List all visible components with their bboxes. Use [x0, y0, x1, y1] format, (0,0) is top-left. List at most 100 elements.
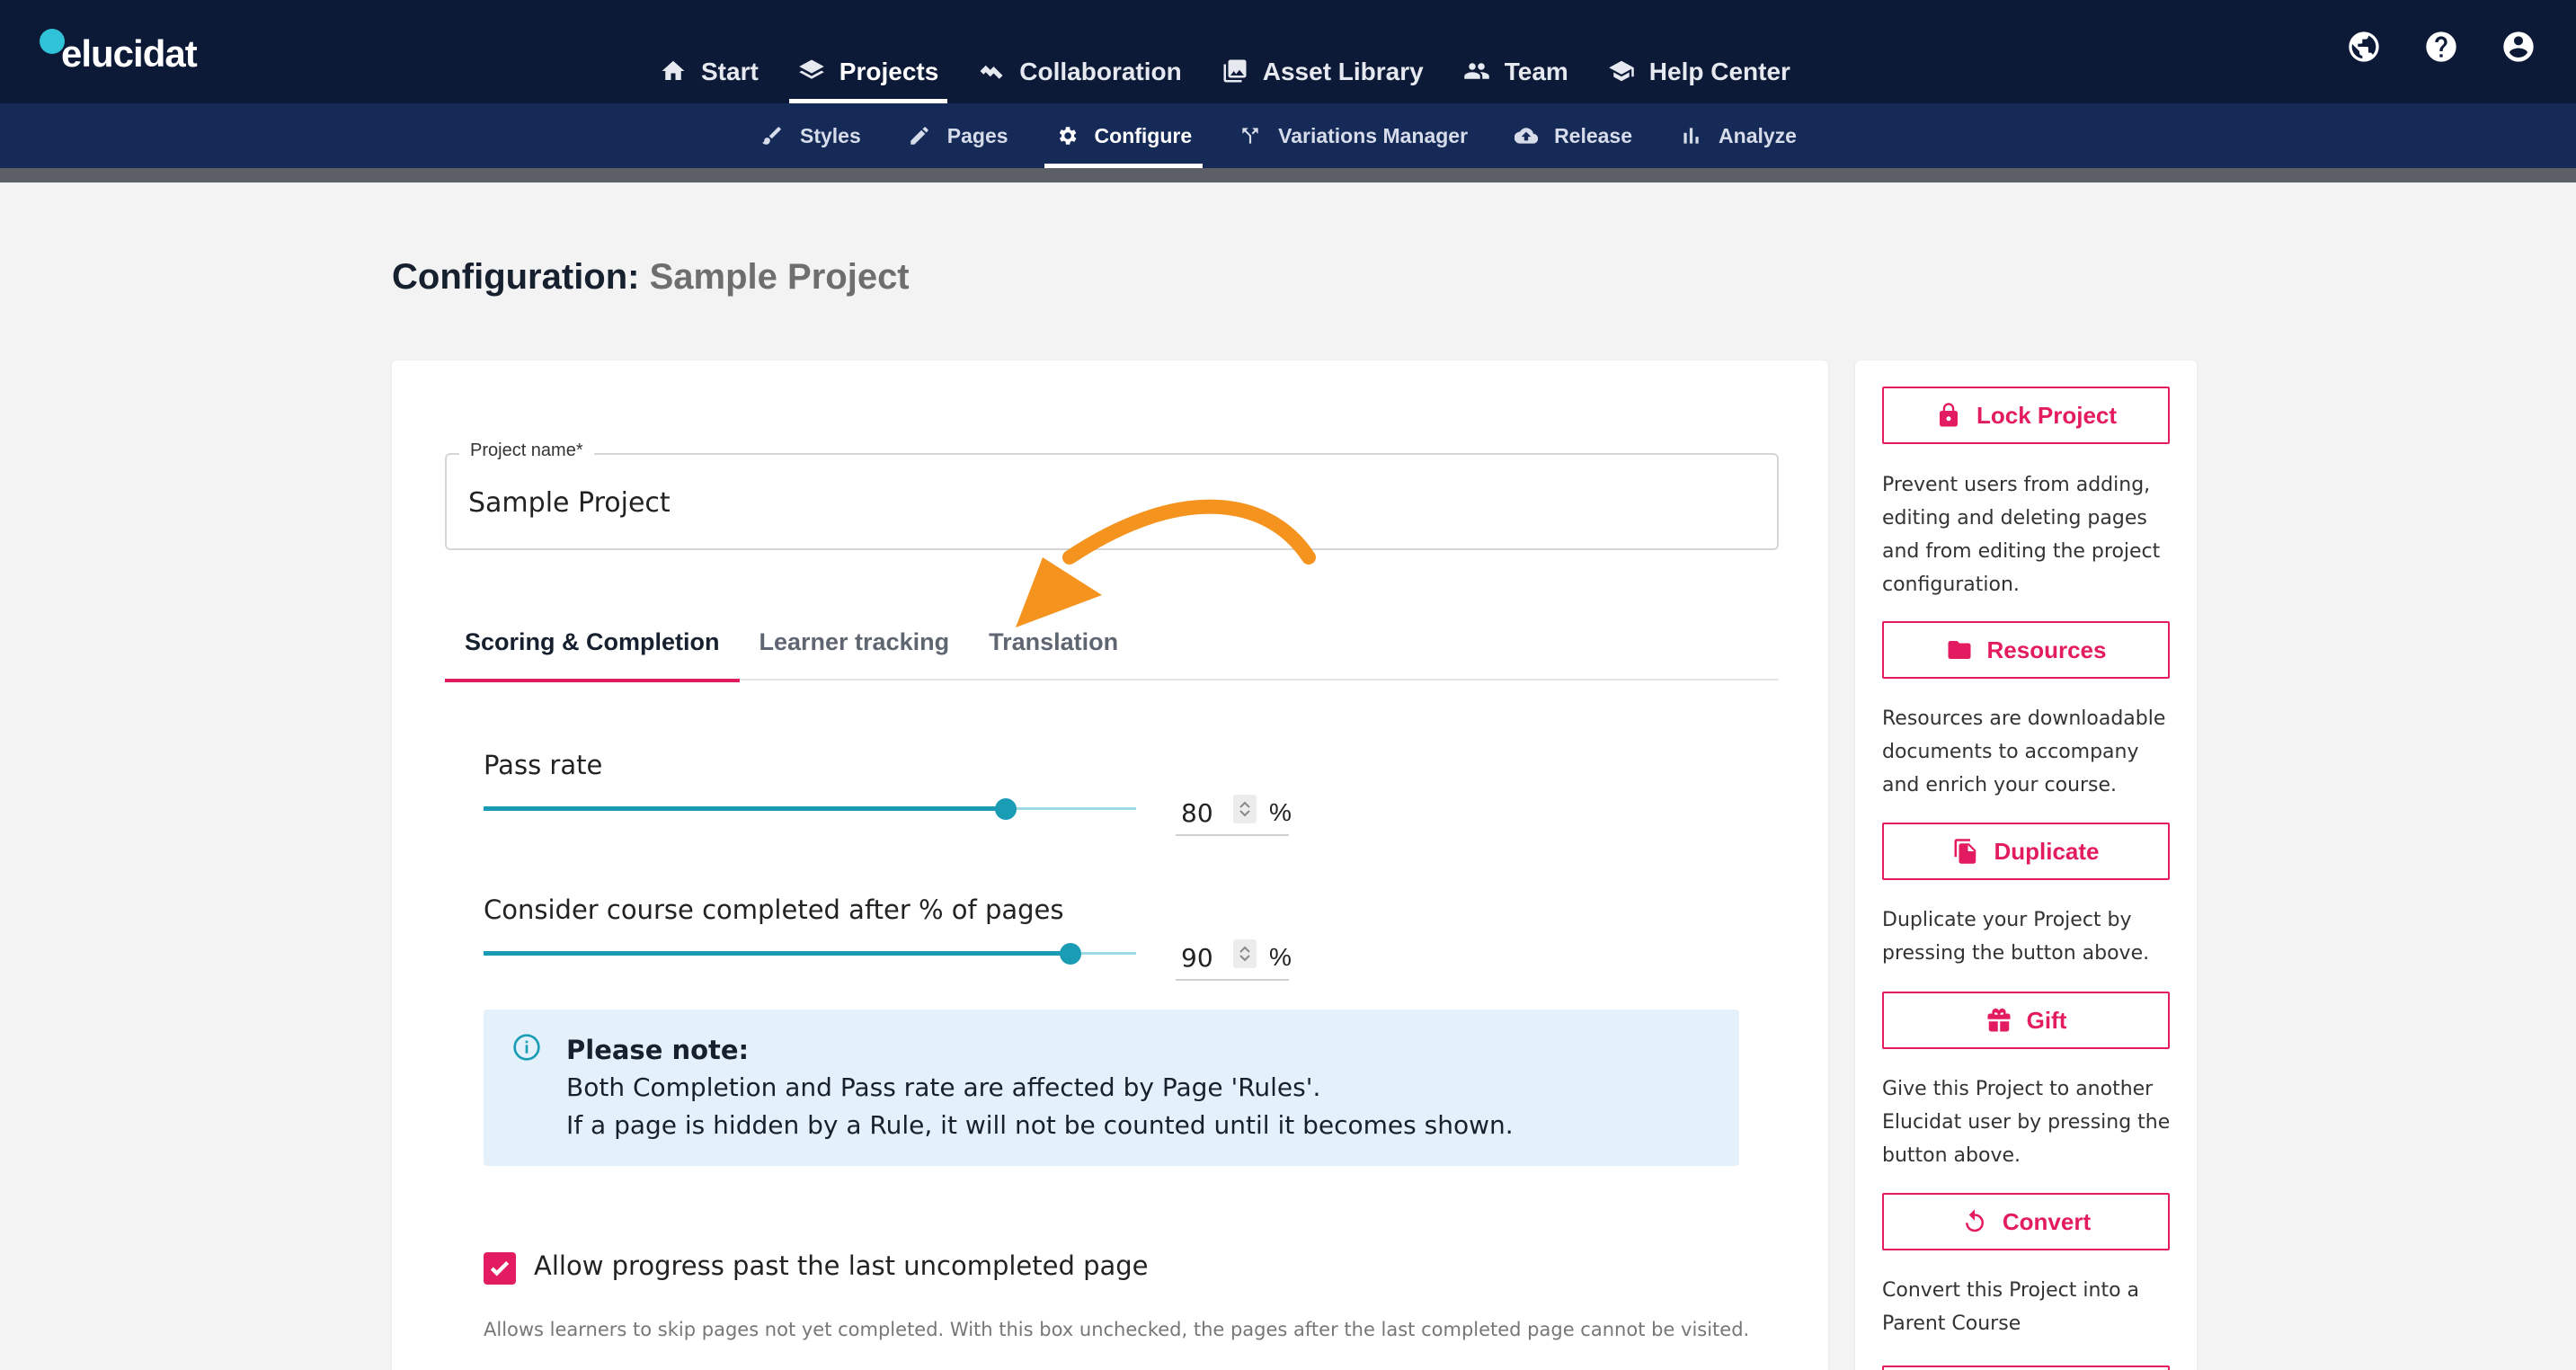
duplicate-description: Duplicate your Project by pressing the b… — [1882, 909, 2150, 965]
convert-description: Convert this Project into a Parent Cours… — [1882, 1279, 2139, 1335]
checkmark-icon — [490, 1260, 510, 1277]
project-name-label: Project name* — [459, 440, 594, 461]
gift-icon — [1987, 1008, 2011, 1032]
fork-icon — [1242, 128, 1258, 144]
account-icon — [2503, 31, 2534, 62]
lock-project-description: Prevent users from adding, editing and d… — [1882, 474, 2161, 596]
subnav-analyze-label: Analyze — [1719, 123, 1797, 147]
slider-fill — [484, 806, 1006, 811]
duplicate-button[interactable]: Duplicate — [1882, 823, 2170, 880]
nav-projects-label: Projects — [839, 58, 939, 85]
gift-description: Give this Project to another Elucidat us… — [1882, 1078, 2171, 1167]
main-nav: Start Projects Collaboration Asset Libra… — [640, 45, 1810, 103]
note-title: Please note: — [566, 1035, 750, 1065]
subnav-styles[interactable]: Styles — [737, 103, 884, 168]
home-icon — [662, 60, 685, 80]
convert-button[interactable]: Convert — [1882, 1193, 2170, 1250]
duplicate-label: Duplicate — [1994, 837, 2100, 865]
subnav-styles-label: Styles — [800, 123, 861, 147]
allow-progress-label: Allow progress past the last uncompleted… — [534, 1250, 1149, 1281]
pass-rate-slider[interactable] — [484, 798, 1136, 820]
completion-number-input[interactable]: 90 % — [1176, 936, 1292, 981]
slider-thumb[interactable] — [1060, 943, 1082, 965]
completion-block: Consider course completed after % of pag… — [484, 894, 1292, 981]
sub-navigation-bar: Styles Pages Configure Variations Manage… — [0, 103, 2576, 168]
elucidat-logo[interactable]: elucidat — [38, 25, 198, 79]
lock-project-button[interactable]: Lock Project — [1882, 387, 2170, 444]
subnav-configure[interactable]: Configure — [1032, 103, 1216, 168]
nav-projects[interactable]: Projects — [778, 45, 959, 103]
nav-collaboration-label: Collaboration — [1019, 58, 1182, 85]
completion-label: Consider course completed after % of pag… — [484, 894, 1064, 925]
nav-team[interactable]: Team — [1443, 45, 1588, 103]
gift-button[interactable]: Gift — [1882, 992, 2170, 1049]
slider-thumb[interactable] — [994, 798, 1017, 820]
pass-rate-number-input[interactable]: 80 % — [1176, 791, 1292, 836]
nav-help-center-label: Help Center — [1648, 58, 1790, 85]
resources-label: Resources — [1986, 636, 2107, 663]
allow-progress-help: Allows learners to skip pages not yet co… — [484, 1319, 1750, 1340]
chevron-up-icon — [1239, 946, 1250, 953]
chevron-down-icon — [1239, 955, 1250, 962]
subnav-release[interactable]: Release — [1491, 103, 1656, 168]
help-button[interactable] — [2421, 27, 2461, 67]
tab-scoring-completion[interactable]: Scoring & Completion — [445, 603, 740, 682]
top-navigation-bar: elucidat Start Projects Collaboration As… — [0, 0, 2576, 103]
account-button[interactable] — [2499, 27, 2538, 67]
completion-stepper[interactable] — [1233, 939, 1257, 968]
users-icon — [1463, 63, 1489, 79]
tab-learner-tracking[interactable]: Learner tracking — [740, 603, 970, 681]
subnav-divider — [0, 168, 2576, 182]
subnav-release-label: Release — [1554, 123, 1633, 147]
subnav-configure-label: Configure — [1094, 123, 1193, 147]
help-circle-icon — [2426, 31, 2456, 62]
actions-sidebar: Lock Project Prevent users from adding, … — [1855, 360, 2197, 1370]
layers-icon — [799, 59, 824, 79]
page-title-project: Sample Project — [649, 257, 910, 297]
folder-icon — [1948, 641, 1971, 659]
convert-label: Convert — [2002, 1207, 2092, 1235]
nav-collaboration[interactable]: Collaboration — [958, 45, 1201, 103]
bar-chart-icon — [1683, 128, 1699, 144]
pass-rate-stepper[interactable] — [1233, 795, 1257, 823]
project-name-label-text: Project name — [470, 440, 576, 460]
info-icon — [513, 1034, 540, 1061]
language-button[interactable] — [2344, 27, 2384, 67]
completion-slider[interactable] — [484, 943, 1136, 965]
completion-value: 90 — [1181, 943, 1213, 973]
pass-rate-label: Pass rate — [484, 750, 603, 780]
nav-start[interactable]: Start — [640, 45, 778, 103]
completion-unit: % — [1269, 943, 1292, 971]
logo-text: elucidat — [61, 32, 198, 75]
globe-icon — [2349, 31, 2379, 62]
convert-icon — [1965, 1209, 1984, 1232]
gift-label: Gift — [2026, 1006, 2067, 1034]
subnav-analyze[interactable]: Analyze — [1656, 103, 1820, 168]
pass-rate-value: 80 — [1181, 798, 1213, 828]
chevron-up-icon — [1239, 801, 1250, 808]
resources-description: Resources are downloadable documents to … — [1882, 707, 2166, 796]
pass-rate-unit: % — [1269, 798, 1292, 826]
pencil-icon — [910, 127, 928, 145]
logo-mark — [40, 29, 65, 54]
chevron-down-icon — [1239, 810, 1250, 817]
nav-asset-library-label: Asset Library — [1262, 58, 1424, 85]
resources-button[interactable]: Resources — [1882, 621, 2170, 679]
page-title-prefix: Configuration: — [392, 257, 640, 297]
subnav-variations-manager[interactable]: Variations Manager — [1215, 103, 1491, 168]
copy-icon — [1954, 839, 1976, 864]
nav-start-label: Start — [701, 58, 759, 85]
note-line-1: Both Completion and Pass rate are affect… — [566, 1072, 1321, 1102]
images-icon — [1223, 59, 1247, 83]
nav-asset-library[interactable]: Asset Library — [1202, 45, 1443, 103]
allow-progress-checkbox[interactable] — [484, 1252, 516, 1285]
nav-team-label: Team — [1504, 58, 1568, 85]
info-note: Please note: Both Completion and Pass ra… — [484, 1010, 1739, 1166]
handshake-icon — [980, 65, 1003, 79]
subnav-pages-label: Pages — [946, 123, 1008, 147]
lock-icon — [1939, 403, 1958, 427]
pass-rate-block: Pass rate 80 % — [484, 750, 1292, 836]
subnav-pages[interactable]: Pages — [884, 103, 1032, 168]
nav-help-center[interactable]: Help Center — [1588, 45, 1810, 103]
next-action-button[interactable] — [1882, 1366, 2170, 1370]
